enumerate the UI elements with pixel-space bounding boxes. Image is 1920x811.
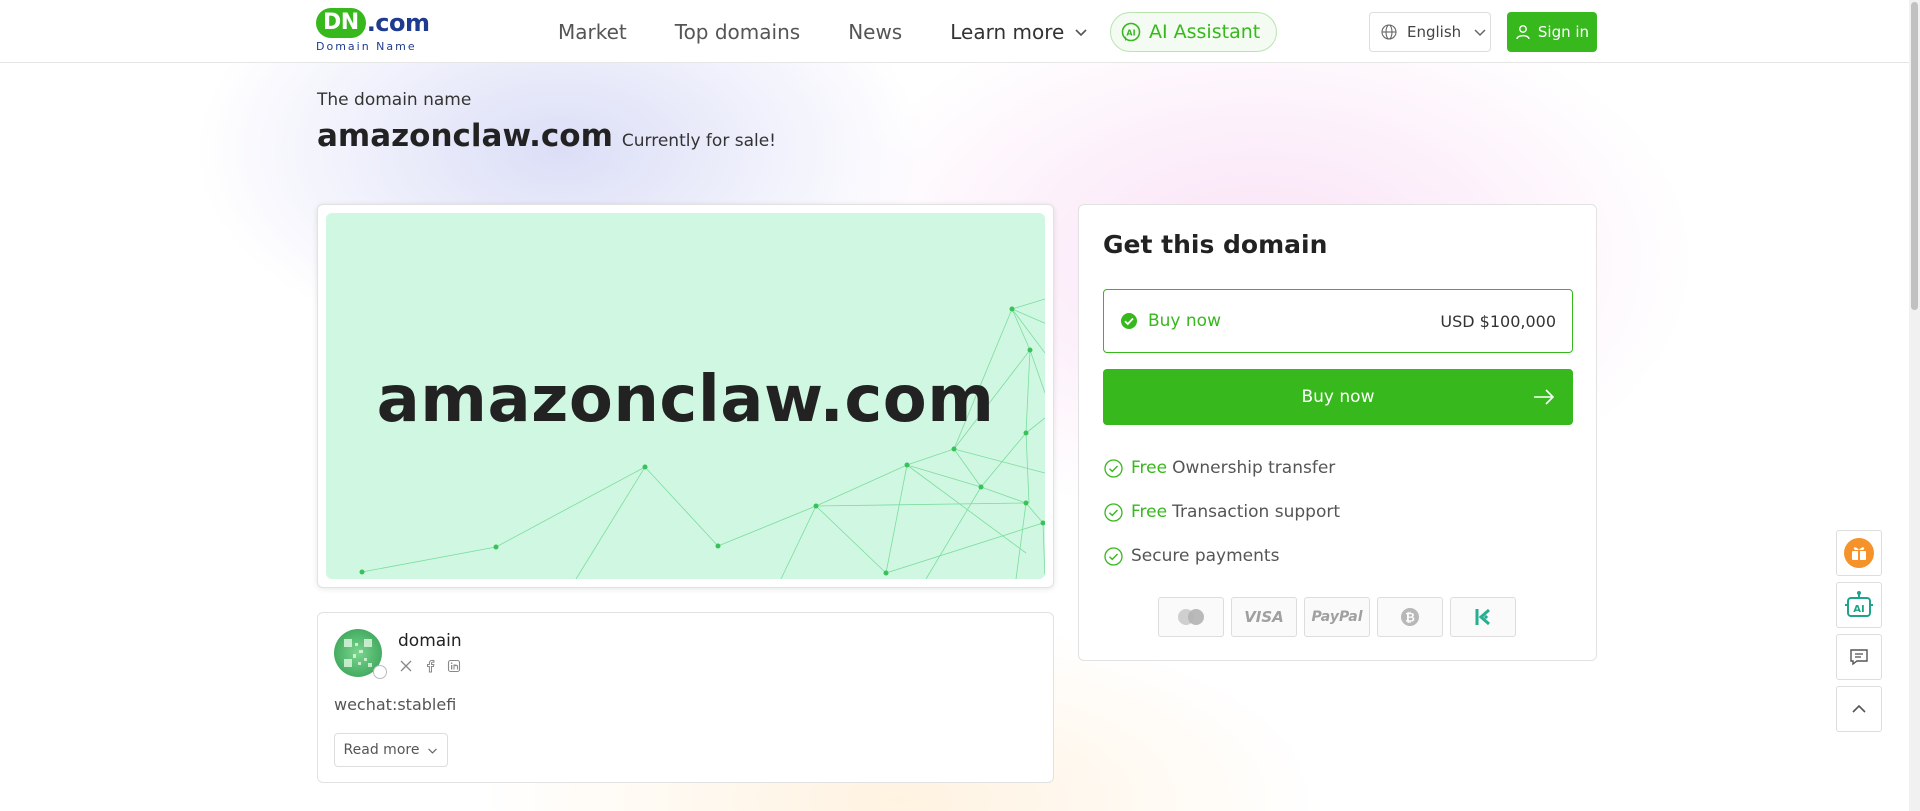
chevron-up-icon: [1852, 704, 1866, 713]
seller-description: wechat:stablefi: [334, 695, 457, 714]
buy-now-price: USD $100,000: [1440, 311, 1556, 331]
language-label: English: [1407, 23, 1462, 41]
domain-preview-card: amazonclaw.com: [317, 204, 1054, 588]
feature-ownership-transfer: Free Ownership transfer: [1104, 458, 1335, 478]
feature-secure-payments: Secure payments: [1104, 546, 1279, 566]
purchase-card: Get this domain Buy now USD $100,000 Buy…: [1078, 204, 1597, 661]
buy-now-button-label: Buy now: [1301, 387, 1375, 407]
sign-in-label: Sign in: [1537, 23, 1590, 41]
check-circle-icon: [1104, 502, 1123, 522]
feature-transaction-support: Free Transaction support: [1104, 502, 1340, 522]
linkedin-icon[interactable]: [447, 659, 461, 673]
feature-text: Ownership transfer: [1172, 458, 1336, 478]
preview-domain-text: amazonclaw.com: [376, 363, 995, 437]
ai-bot-button[interactable]: AI: [1836, 582, 1882, 628]
floating-toolbar: AI: [1836, 530, 1882, 738]
check-circle-icon: [1104, 458, 1123, 478]
domain-subtitle: The domain name: [317, 90, 472, 110]
logo-tagline: Domain Name: [316, 40, 417, 53]
nav-news[interactable]: News: [848, 20, 902, 44]
arrow-right-icon: [1534, 389, 1555, 405]
avatar-status-badge: [373, 665, 387, 679]
read-more-button[interactable]: Read more: [334, 733, 448, 767]
bitcoin-icon: ₿: [1377, 597, 1443, 637]
nav-market[interactable]: Market: [558, 20, 627, 44]
scroll-to-top-button[interactable]: [1836, 686, 1882, 732]
domain-preview-image: amazonclaw.com: [326, 213, 1045, 579]
purchase-title: Get this domain: [1103, 230, 1328, 259]
dn-logo[interactable]: DN .com Domain Name: [316, 8, 430, 53]
promo-button[interactable]: [1836, 530, 1882, 576]
ai-chat-icon: AI: [1121, 22, 1141, 42]
check-circle-filled-icon: [1121, 313, 1137, 329]
paypal-icon: PayPal: [1304, 597, 1370, 637]
chevron-down-icon: [1474, 29, 1486, 37]
robot-icon: AI: [1845, 591, 1873, 617]
read-more-label: Read more: [343, 742, 420, 758]
feature-text: Transaction support: [1172, 502, 1341, 522]
ai-assistant-label: AI Assistant: [1149, 21, 1261, 43]
globe-icon: [1381, 24, 1397, 40]
ai-assistant-button[interactable]: AI AI Assistant: [1110, 12, 1278, 52]
main-nav: Market Top domains News Learn more: [558, 0, 1136, 63]
buy-now-option-label: Buy now: [1148, 311, 1221, 331]
paypal-label: PayPal: [1311, 609, 1363, 625]
nav-learn-more[interactable]: Learn more: [950, 20, 1088, 44]
buy-now-option[interactable]: Buy now USD $100,000: [1103, 289, 1573, 353]
sign-in-button[interactable]: Sign in: [1507, 12, 1597, 52]
user-icon: [1516, 25, 1530, 40]
feature-free-label: Free: [1131, 502, 1168, 522]
facebook-icon[interactable]: [423, 659, 437, 673]
mastercard-icon: [1158, 597, 1224, 637]
x-icon[interactable]: [399, 659, 413, 673]
nav-learn-more-label: Learn more: [950, 19, 1065, 44]
buy-now-button[interactable]: Buy now: [1103, 369, 1573, 425]
language-select[interactable]: English: [1369, 12, 1491, 52]
nav-top-domains[interactable]: Top domains: [675, 20, 800, 44]
gift-badge-icon: [1844, 538, 1874, 568]
social-links: [399, 659, 471, 673]
svg-text:AI: AI: [1853, 604, 1864, 615]
chat-icon: [1850, 649, 1868, 666]
visa-icon: VISA: [1231, 597, 1297, 637]
scrollbar-thumb[interactable]: [1911, 2, 1918, 310]
message-button[interactable]: [1836, 634, 1882, 680]
top-header: DN .com Domain Name Market Top domains N…: [0, 0, 1920, 63]
sale-note: Currently for sale!: [621, 131, 776, 151]
payment-methods: VISA PayPal ₿: [1158, 597, 1523, 637]
seller-card: domain wechat:stablefi Read more: [317, 612, 1054, 783]
chevron-down-icon: [428, 748, 438, 754]
chevron-down-icon: [1075, 28, 1087, 36]
visa-label: VISA: [1244, 608, 1284, 626]
seller-name: domain: [398, 631, 462, 651]
feature-text: Secure payments: [1131, 546, 1280, 566]
svg-text:AI: AI: [1126, 29, 1135, 38]
page-title: amazonclaw.com: [317, 118, 613, 154]
kucoin-icon: [1450, 597, 1516, 637]
logo-dn: DN: [316, 8, 366, 38]
title-row: amazonclaw.com Currently for sale!: [317, 118, 776, 154]
logo-com: .com: [366, 9, 430, 37]
check-circle-icon: [1104, 546, 1123, 566]
feature-free-label: Free: [1131, 458, 1168, 478]
page-scrollbar[interactable]: [1909, 0, 1920, 811]
svg-text:₿: ₿: [1405, 611, 1415, 625]
